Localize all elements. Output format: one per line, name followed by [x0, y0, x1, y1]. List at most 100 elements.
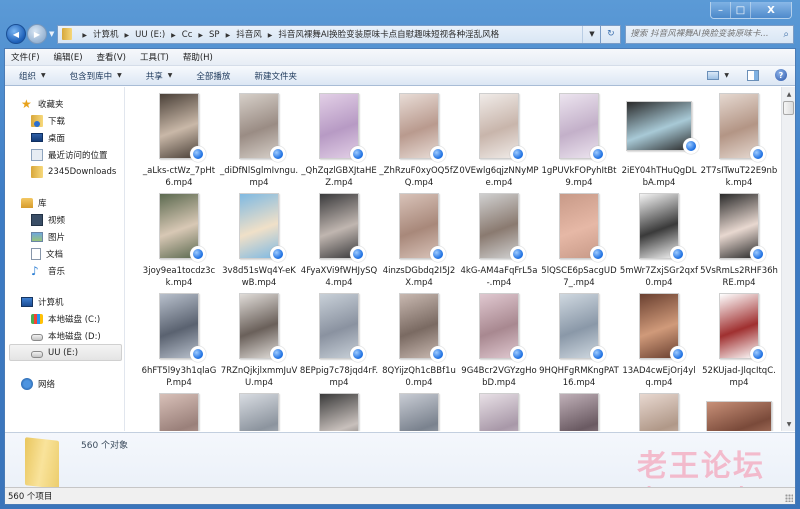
music-note-icon: ♪	[31, 263, 39, 278]
sidebar-item-downloads[interactable]: 下载	[5, 112, 124, 129]
video-player-badge-icon	[430, 146, 446, 162]
file-item[interactable]	[299, 393, 379, 431]
organize-button[interactable]: 组织 ▼	[19, 70, 46, 82]
scroll-down-arrow-icon[interactable]: ▼	[782, 417, 795, 431]
file-item[interactable]: 8EPpig7c78jqd4rF.mp4	[299, 293, 379, 393]
sidebar-computer[interactable]: 计算机	[5, 293, 124, 310]
file-item[interactable]: 5VsRmLs2RHF36hRE.mp4	[699, 193, 779, 293]
file-item[interactable]: 2T7sITwuT22E9nbk.mp4	[699, 93, 779, 193]
search-icon[interactable]: ⌕	[783, 29, 789, 40]
file-item[interactable]	[139, 393, 219, 431]
file-name: 6hFT5l9y3h1qlaGP.mp4	[141, 366, 217, 388]
sidebar-item-documents[interactable]: 文档	[5, 245, 124, 262]
play-all-button[interactable]: 全部播放	[196, 70, 230, 82]
breadcrumb-item[interactable]: UU (E:)	[135, 30, 165, 40]
breadcrumb-separator-icon[interactable]: ▶	[226, 32, 231, 39]
minimize-button[interactable]: –	[711, 2, 731, 18]
menu-edit[interactable]: 编辑(E)	[54, 51, 83, 63]
breadcrumb-item[interactable]: 抖音风裸舞AI换脸变装原味卡点自慰趣味短视各种淫乱风格	[278, 30, 499, 40]
file-item[interactable]: 5mWr7ZxjSGr2qxf0.mp4	[619, 193, 699, 293]
file-item[interactable]	[219, 393, 299, 431]
new-folder-button[interactable]: 新建文件夹	[254, 70, 297, 82]
video-thumbnail	[626, 101, 699, 154]
video-player-badge-icon	[350, 346, 366, 362]
view-options-dropdown[interactable]: ▼	[724, 72, 729, 79]
back-button[interactable]: ◀	[6, 24, 26, 44]
sidebar-item-desktop[interactable]: 桌面	[5, 129, 124, 146]
search-box[interactable]: ⌕	[625, 24, 794, 44]
breadcrumb-item[interactable]: SP	[209, 30, 220, 40]
maximize-button[interactable]: □	[731, 2, 751, 18]
file-item[interactable]	[539, 393, 619, 431]
file-item[interactable]: 4inzsDGbdq2I5J2X.mp4	[379, 193, 459, 293]
file-item[interactable]: 2iEY04hTHuQgDLbA.mp4	[619, 93, 699, 193]
file-item[interactable]: 3v8d51sWq4Y-eKwB.mp4	[219, 193, 299, 293]
menu-help[interactable]: 帮助(H)	[183, 51, 213, 63]
file-item[interactable]: 8QYijzQh1cBBf1u0.mp4	[379, 293, 459, 393]
help-icon[interactable]: ?	[775, 69, 787, 81]
video-thumbnail	[706, 401, 772, 431]
computer-icon	[21, 296, 33, 307]
file-item[interactable]: 52KUjad-JlqcItqC.mp4	[699, 293, 779, 393]
sidebar-libraries[interactable]: 库	[5, 194, 124, 211]
breadcrumb-item[interactable]: Cc	[182, 30, 193, 40]
resize-grip-icon[interactable]	[785, 494, 793, 502]
breadcrumb-separator-icon[interactable]: ▶	[82, 32, 87, 39]
file-item[interactable]: 13AD4cwEjOrj4ylq.mp4	[619, 293, 699, 393]
file-name: 0VEwlg6qjzNNyMPe.mp4	[459, 166, 539, 188]
file-item[interactable]: 9G4Bcr2VGYzgHobD.mp4	[459, 293, 539, 393]
breadcrumb-separator-icon[interactable]: ▶	[198, 32, 203, 39]
sidebar-item-music[interactable]: ♪ 音乐	[5, 262, 124, 279]
sidebar-item-2345downloads[interactable]: 2345Downloads	[5, 163, 124, 180]
file-item[interactable]: 6hFT5l9y3h1qlaGP.mp4	[139, 293, 219, 393]
file-item[interactable]: 9HQHFgRMKngPAT16.mp4	[539, 293, 619, 393]
file-item[interactable]: 7RZnQjkjlxmmJuVU.mp4	[219, 293, 299, 393]
include-in-library-button[interactable]: 包含到库中 ▼	[70, 70, 122, 82]
sidebar-item-drive-c[interactable]: 本地磁盘 (C:)	[5, 310, 124, 327]
vertical-scrollbar[interactable]: ▲ ▼	[781, 87, 795, 431]
sidebar-item-videos[interactable]: 视频	[5, 211, 124, 228]
refresh-button[interactable]: ↻	[601, 24, 622, 44]
change-view-icon[interactable]	[707, 70, 720, 80]
menu-file[interactable]: 文件(F)	[11, 51, 40, 63]
breadcrumb-separator-icon[interactable]: ▶	[125, 32, 130, 39]
menu-tools[interactable]: 工具(T)	[140, 51, 169, 63]
file-item[interactable]	[699, 393, 779, 431]
file-item[interactable]: 4kG-AM4aFqFrL5a-.mp4	[459, 193, 539, 293]
scroll-up-arrow-icon[interactable]: ▲	[782, 87, 795, 101]
address-bar[interactable]: ▶ 计算机 ▶ UU (E:) ▶ Cc ▶ SP ▶ 抖音风 ▶ 抖音风裸舞AI换脸变装原味卡点自慰…	[57, 24, 602, 44]
file-item[interactable]: 4FyaXVi9fWHJySQ4.mp4	[299, 193, 379, 293]
breadcrumb-separator-icon[interactable]: ▶	[268, 32, 273, 39]
search-input[interactable]	[630, 29, 784, 39]
breadcrumb-separator-icon[interactable]: ▶	[171, 32, 176, 39]
sidebar-item-pictures[interactable]: 图片	[5, 228, 124, 245]
forward-button[interactable]: ▶	[27, 24, 47, 44]
file-item[interactable]: _diDfNlSglmIvngu.mp4	[219, 93, 299, 193]
address-history-dropdown[interactable]: ▼	[582, 25, 600, 43]
menu-view[interactable]: 查看(V)	[97, 51, 126, 63]
file-item[interactable]: 0VEwlg6qjzNNyMPe.mp4	[459, 93, 539, 193]
sidebar-item-drive-e[interactable]: UU (E:)	[9, 344, 122, 361]
video-thumbnail	[319, 293, 366, 362]
file-item[interactable]: 3joy9ea1tocdz3ck.mp4	[139, 193, 219, 293]
sidebar-favorites[interactable]: ★ 收藏夹	[5, 95, 124, 112]
close-button[interactable]: X	[751, 2, 791, 18]
file-item[interactable]: _QhZqzlGBXJtaHEZ.mp4	[299, 93, 379, 193]
file-item[interactable]	[619, 393, 699, 431]
recent-pages-dropdown[interactable]: ▼	[49, 30, 54, 38]
preview-pane-icon[interactable]	[747, 69, 759, 81]
file-item[interactable]	[379, 393, 459, 431]
share-button[interactable]: 共享 ▼	[146, 70, 173, 82]
breadcrumb-item[interactable]: 抖音风	[236, 30, 262, 40]
file-item[interactable]: _ZhRzuF0xyOQ5fZQ.mp4	[379, 93, 459, 193]
scrollbar-thumb[interactable]	[783, 101, 794, 115]
breadcrumb-item[interactable]: 计算机	[93, 30, 119, 40]
sidebar-item-recent-places[interactable]: 最近访问的位置	[5, 146, 124, 163]
file-item[interactable]: 5lQSCE6pSacgUD7_.mp4	[539, 193, 619, 293]
file-item[interactable]: 1gPUVkFOPyhItBt9.mp4	[539, 93, 619, 193]
system-drive-icon	[31, 313, 43, 324]
file-item[interactable]: _aLks-ctWz_7pHt6.mp4	[139, 93, 219, 193]
file-item[interactable]	[459, 393, 539, 431]
sidebar-item-drive-d[interactable]: 本地磁盘 (D:)	[5, 327, 124, 344]
sidebar-network[interactable]: 网络	[5, 375, 124, 392]
